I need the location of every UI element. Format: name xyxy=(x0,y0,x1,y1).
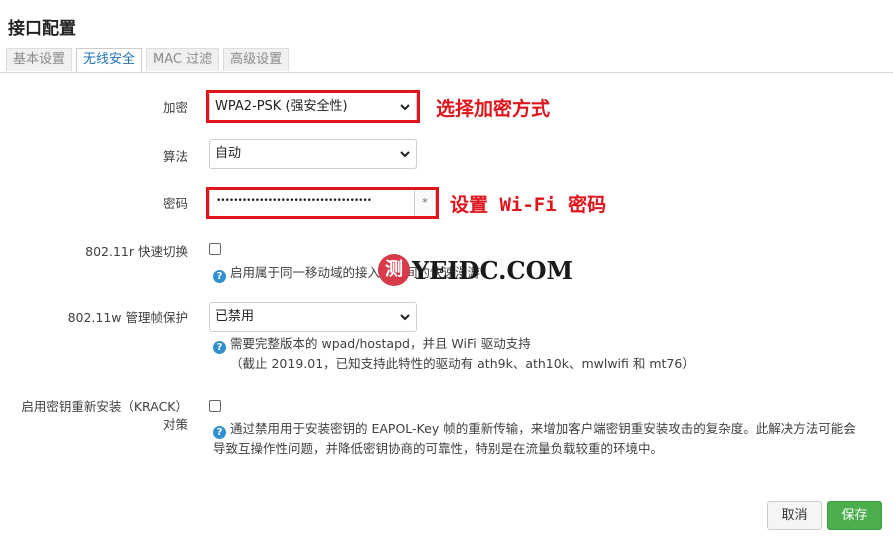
mfp-value: 已禁用 xyxy=(215,309,255,324)
password-annotation: 设置 Wi-Fi 密码 xyxy=(450,194,607,216)
krack-help: ? 通过禁用用于安装密钥的 EAPOL-Key 帧的重新传输，来增加客户端密钥重安… xyxy=(213,419,888,458)
cipher-label: 算法 xyxy=(162,149,188,164)
krack-label: 启用密钥重新安装（KRACK） 对策 xyxy=(4,398,188,434)
interface-config-page: 接口配置 基本设置 无线安全 MAC 过滤 高级设置 加密 WPA2-PSK (… xyxy=(0,0,893,542)
tab-bar: 基本设置 无线安全 MAC 过滤 高级设置 xyxy=(6,48,293,72)
mfp-help: ? 需要完整版本的 wpad/hostapd，并且 WiFi 驱动支持 （截止 2… xyxy=(213,334,695,373)
tab-divider xyxy=(0,72,893,73)
ft-label: 802.11r 快速切换 xyxy=(85,244,188,259)
krack-help-line1: 通过禁用用于安装密钥的 EAPOL-Key 帧的重新传输，来增加客户端密钥重安装… xyxy=(230,421,856,436)
question-icon: ? xyxy=(213,341,226,354)
tab-basic[interactable]: 基本设置 xyxy=(6,48,73,71)
save-button[interactable]: 保存 xyxy=(827,501,882,530)
mfp-select[interactable]: 已禁用 xyxy=(209,302,417,332)
password-label: 密码 xyxy=(162,196,188,211)
mfp-label: 802.11w 管理帧保护 xyxy=(67,310,188,325)
watermark-text: YEIDC.COM xyxy=(412,256,574,285)
chevron-down-icon xyxy=(400,151,410,158)
encryption-highlight-box xyxy=(206,90,420,123)
krack-label-line2: 对策 xyxy=(162,417,188,432)
krack-label-line1: 启用密钥重新安装（KRACK） xyxy=(21,399,188,414)
mfp-help-line2: （截止 2019.01，已知支持此特性的驱动有 ath9k、ath10k、mwl… xyxy=(230,356,695,371)
cipher-select[interactable]: 自动 xyxy=(209,139,417,169)
chevron-down-icon xyxy=(400,314,410,321)
tab-advanced[interactable]: 高级设置 xyxy=(223,48,290,71)
watermark-logo: 测 YEIDC.COM xyxy=(378,254,573,288)
encryption-annotation: 选择加密方式 xyxy=(436,98,551,120)
ft-checkbox[interactable] xyxy=(209,243,221,255)
tab-mac-filter[interactable]: MAC 过滤 xyxy=(146,48,220,71)
tab-wireless-security[interactable]: 无线安全 xyxy=(76,48,143,72)
mfp-help-line1: 需要完整版本的 wpad/hostapd，并且 WiFi 驱动支持 xyxy=(230,336,531,351)
question-icon: ? xyxy=(213,270,226,283)
watermark-glyph: 测 xyxy=(378,254,410,286)
page-title: 接口配置 xyxy=(8,19,76,39)
encryption-label: 加密 xyxy=(162,100,188,115)
cipher-value: 自动 xyxy=(215,146,242,161)
question-icon: ? xyxy=(213,426,226,439)
cancel-button[interactable]: 取消 xyxy=(767,501,822,530)
krack-checkbox[interactable] xyxy=(209,400,221,412)
password-highlight-box xyxy=(206,187,439,219)
krack-help-line2: 导致互操作性问题，并降低密钥协商的可靠性，特别是在流量负载较重的环境中。 xyxy=(213,441,664,456)
